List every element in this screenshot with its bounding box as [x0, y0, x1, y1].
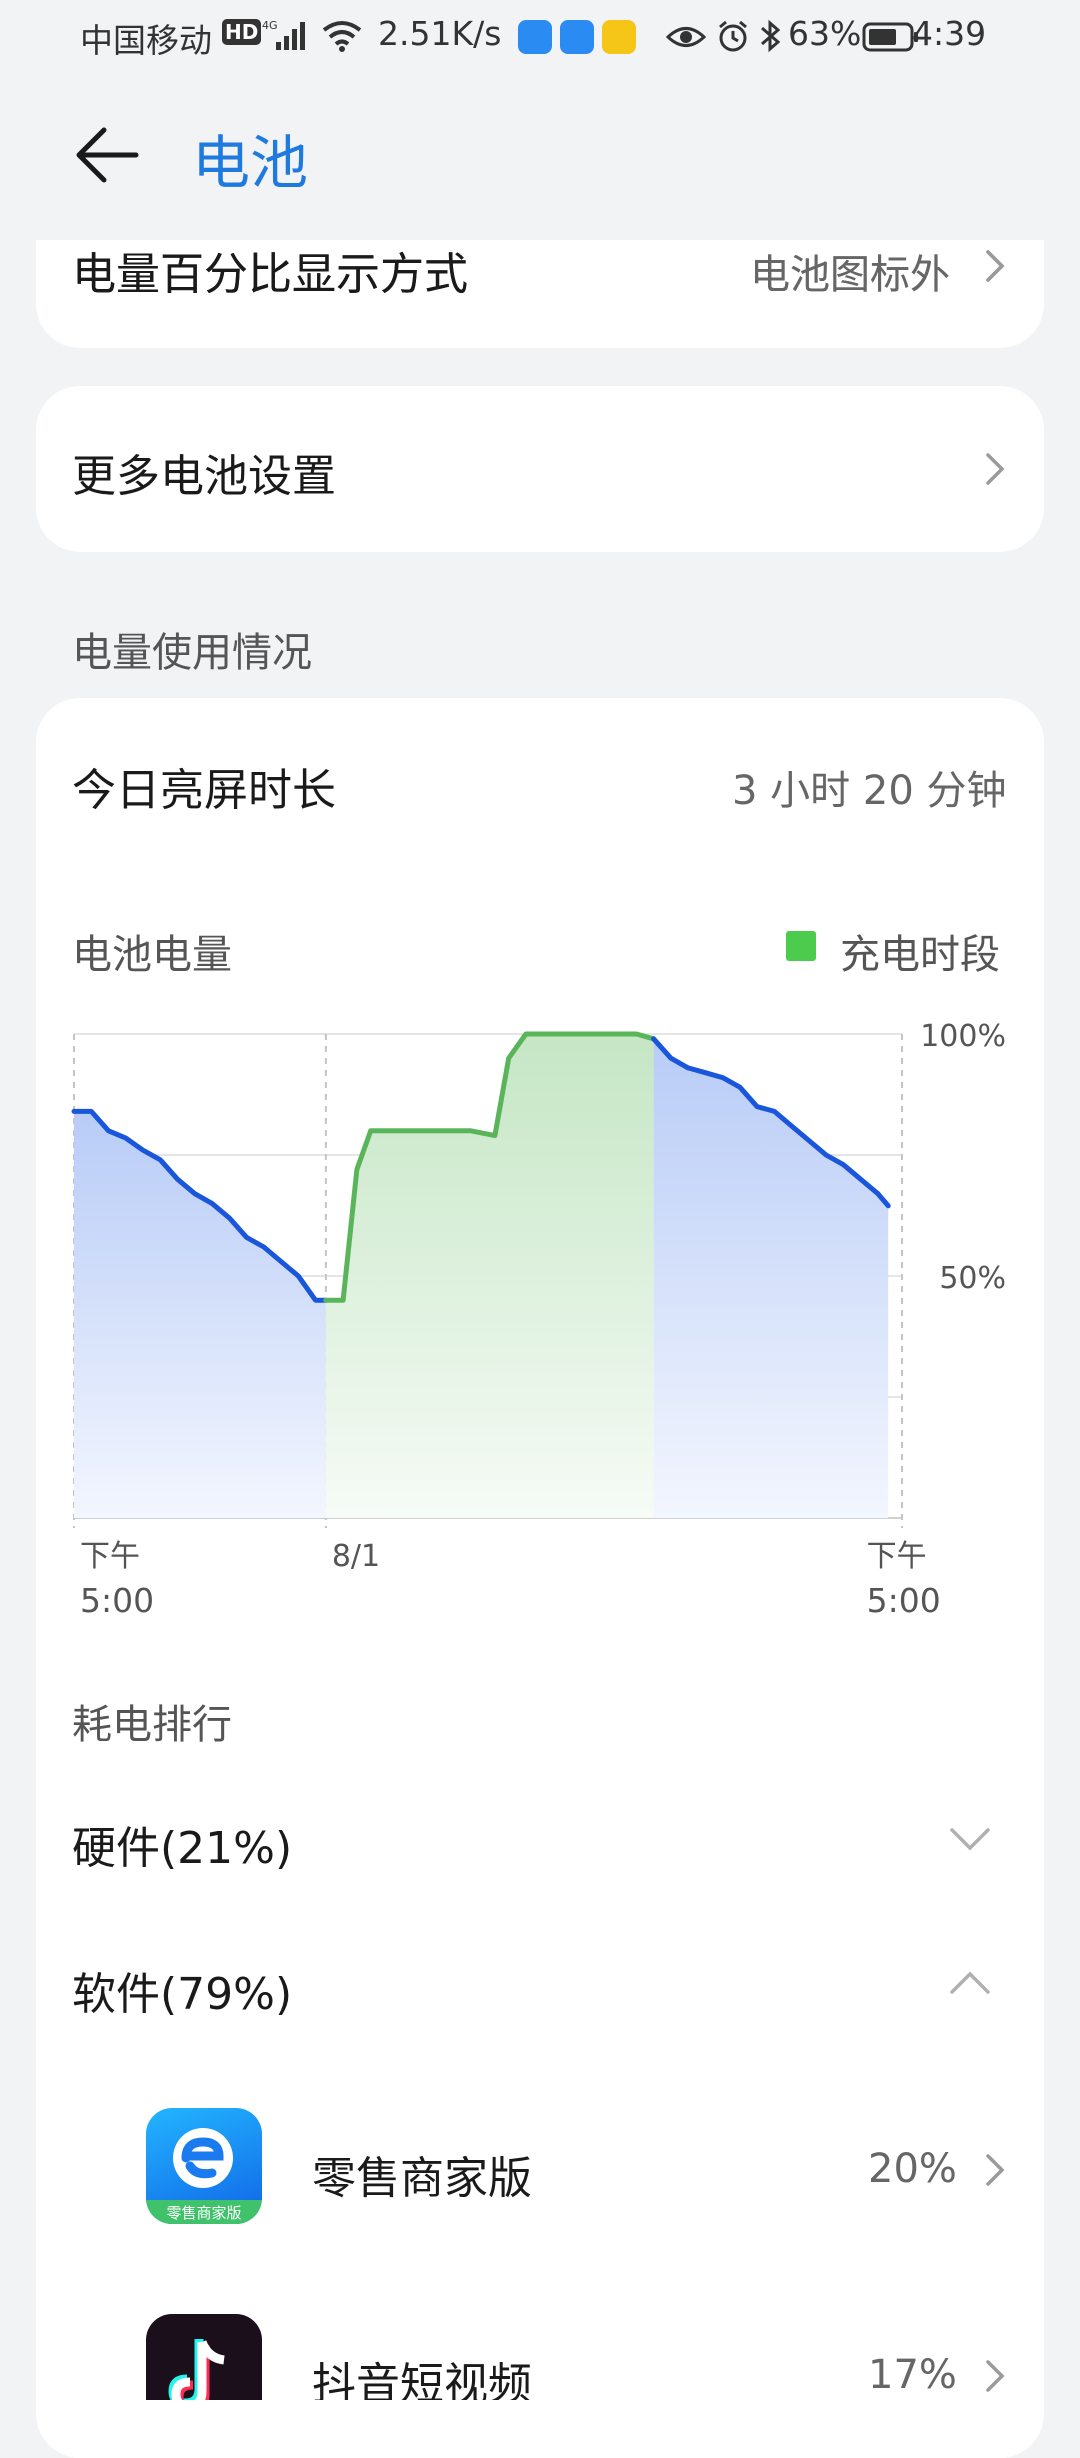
ranking-title: 耗电排行	[72, 1702, 232, 1748]
software-row[interactable]: 软件(79%)	[36, 1944, 1044, 2034]
x-tick-label: 5:00	[80, 1581, 154, 1620]
x-tick-label: 下午	[80, 1539, 140, 1574]
software-label: 软件(79%)	[72, 1969, 293, 2020]
douyin-app-icon	[146, 2314, 262, 2400]
battery-level-chart: 100% 50% 下午 5:00 8/1 下午 5:00	[71, 1019, 1006, 1620]
x-tick-label: 5:00	[867, 1581, 941, 1620]
chevron-up-icon	[950, 1971, 990, 1994]
app-row[interactable]: 抖音短视频 17%	[36, 2306, 1044, 2400]
app-row[interactable]: 零售商家版 零售商家版 20%	[36, 2100, 1044, 2240]
y-tick-label: 50%	[939, 1261, 1006, 1296]
chevron-right-icon	[986, 2360, 1005, 2392]
app-percent: 17%	[868, 2352, 957, 2398]
app-name: 抖音短视频	[312, 2359, 532, 2400]
app-name: 零售商家版	[312, 2153, 532, 2204]
x-tick-label: 下午	[867, 1539, 927, 1574]
chevron-down-icon	[950, 1828, 990, 1851]
hardware-row[interactable]: 硬件(21%)	[36, 1800, 1044, 1890]
app-icon-caption: 零售商家版	[166, 2204, 241, 2222]
chevron-right-icon	[986, 2154, 1005, 2186]
x-tick-label: 8/1	[332, 1539, 380, 1574]
y-tick-label: 100%	[920, 1019, 1006, 1054]
series-area	[325, 1034, 654, 1518]
retail-merchant-app-icon: 零售商家版	[146, 2108, 262, 2224]
app-percent: 20%	[868, 2146, 957, 2192]
hardware-label: 硬件(21%)	[72, 1823, 293, 1874]
series-area	[74, 1111, 326, 1518]
